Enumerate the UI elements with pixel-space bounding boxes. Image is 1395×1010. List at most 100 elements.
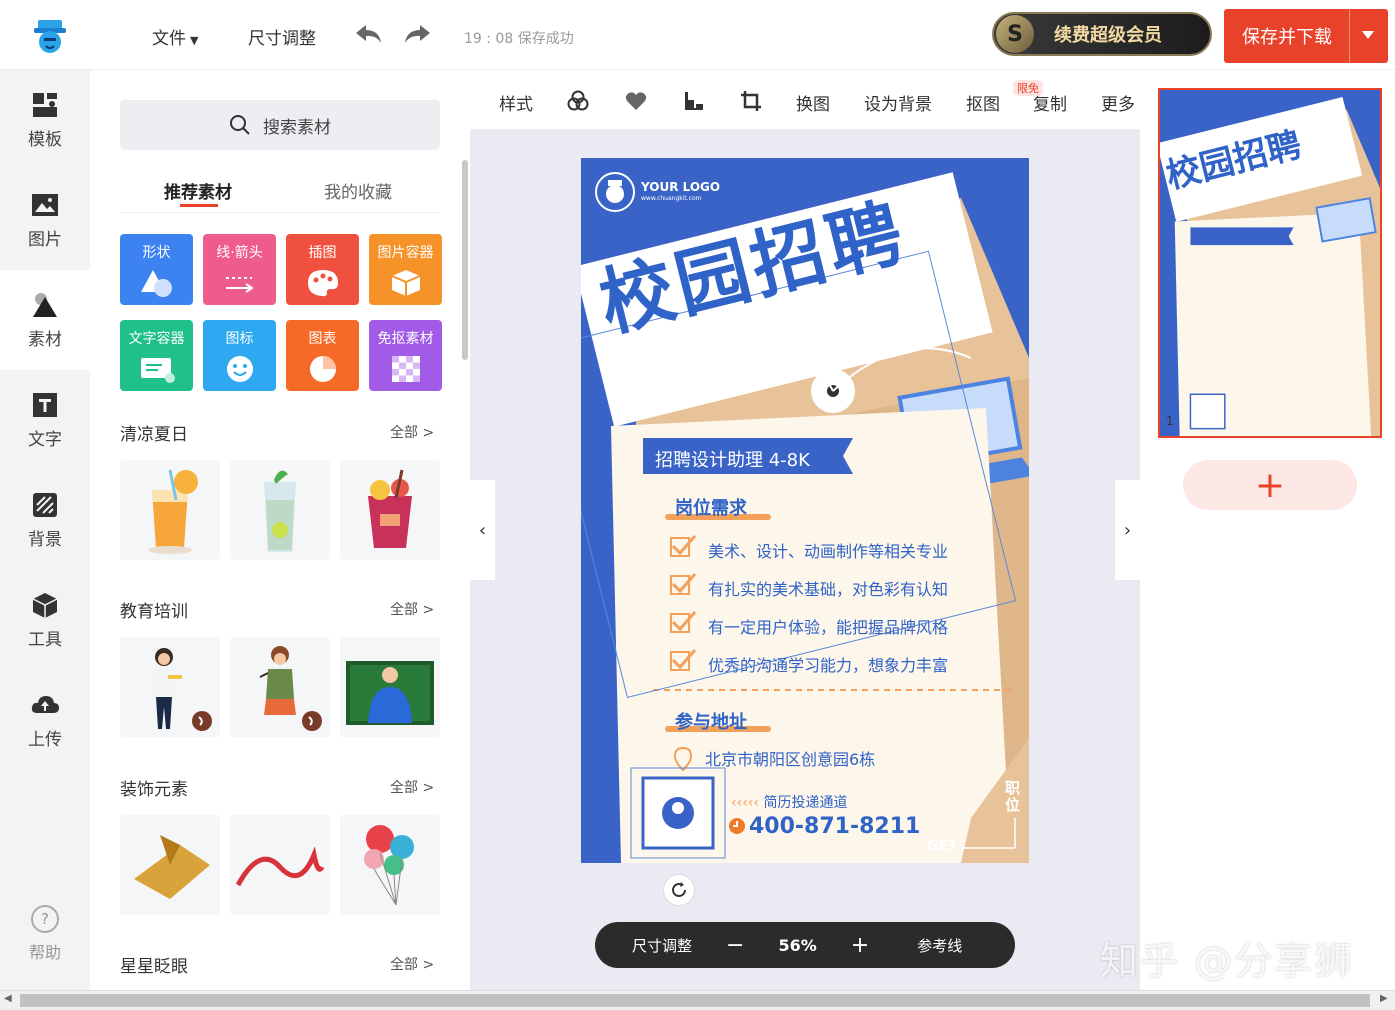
section-view-all[interactable]: 全部 > [390, 954, 434, 974]
save-download-button[interactable]: 保存并下载 [1224, 9, 1388, 63]
active-tab-underline [180, 204, 218, 207]
align-icon[interactable] [683, 90, 705, 112]
image-icon [32, 193, 58, 216]
section-view-all[interactable]: 全部 > [390, 422, 434, 442]
poster-get[interactable]: GET [927, 838, 958, 854]
material-lime-soda[interactable] [230, 460, 330, 560]
collapse-panel-arrow[interactable]: ‹ [470, 480, 495, 580]
search-input[interactable]: 搜索素材 [120, 100, 440, 150]
balloons [364, 825, 414, 906]
left-nav: 模板 图片 素材 文字 背景 工具 上传 [0, 70, 90, 990]
replace-image-button[interactable]: 换图 [796, 90, 830, 115]
nav-image[interactable]: 图片 [0, 170, 90, 270]
box-icon [391, 270, 420, 296]
nav-label: 文字 [28, 429, 62, 450]
panel-scrollbar[interactable] [462, 160, 468, 360]
tab-recommended[interactable]: 推荐素材 [164, 178, 232, 203]
material-blackboard-teacher[interactable] [340, 637, 440, 737]
poster-req-item[interactable]: 有一定用户体验，能把握品牌风格 [708, 614, 948, 638]
guides-button[interactable]: 参考线 [917, 935, 962, 956]
section-view-all[interactable]: 全部 > [390, 777, 434, 797]
nav-text[interactable]: 文字 [0, 370, 90, 470]
top-bar: 文件 ▼ 尺寸调整 19 : 08 保存成功 S 续费超级会员 保存并下载 [0, 0, 1395, 70]
category-image-container[interactable]: 图片容器 [369, 234, 442, 305]
nav-template[interactable]: 模板 [0, 70, 90, 170]
material-berry-drink[interactable] [340, 460, 440, 560]
category-label: 图片容器 [377, 245, 434, 261]
shapes-icon [33, 292, 57, 317]
zoom-out-button[interactable]: − [726, 933, 744, 958]
page-thumbnail[interactable]: 校园招聘 1 [1158, 88, 1382, 438]
material-red-ribbon[interactable] [230, 815, 330, 915]
rotate-handle[interactable] [663, 874, 695, 906]
poster-position[interactable]: 招聘设计助理 4-8K [655, 446, 810, 472]
material-orange-juice[interactable] [120, 460, 220, 560]
poster-req-item[interactable]: 有扎实的美术基础，对色彩有认知 [708, 576, 948, 600]
category-icon[interactable]: 图标 [203, 320, 276, 391]
app-logo[interactable] [30, 14, 72, 56]
file-menu[interactable]: 文件 ▼ [152, 24, 198, 49]
resize-button[interactable]: 尺寸调整 [632, 935, 692, 956]
style-button[interactable]: 样式 [499, 90, 533, 115]
nav-label: 工具 [28, 629, 62, 650]
save-status: 19 : 08 保存成功 [464, 31, 574, 47]
redo-icon[interactable] [404, 22, 432, 46]
poster-resume-channel[interactable]: ‹‹‹‹‹ 简历投递通道 [731, 792, 847, 812]
filter-icon[interactable] [567, 90, 589, 112]
set-as-background-button[interactable]: 设为背景 [864, 90, 932, 115]
orange-juice-drink [148, 469, 198, 554]
help-button[interactable]: ? 帮助 [0, 905, 90, 963]
undo-icon[interactable] [354, 22, 382, 46]
poster-addr-title[interactable]: 参与地址 [675, 708, 747, 734]
vip-renew-button[interactable]: S 续费超级会员 [992, 12, 1212, 56]
nav-upload[interactable]: 上传 [0, 670, 90, 770]
resize-menu[interactable]: 尺寸调整 [248, 24, 316, 49]
category-shape[interactable]: 形状 [120, 234, 193, 305]
poster-address[interactable]: 北京市朝阳区创意园6栋 [705, 746, 875, 770]
poster-side-text[interactable]: 职位 [1005, 780, 1021, 814]
category-line-arrow[interactable]: 线·箭头 [203, 234, 276, 305]
nav-tools[interactable]: 工具 [0, 570, 90, 670]
scrollbar-thumb[interactable] [20, 994, 1370, 1007]
poster-logo-subtext: www.chuangkit.com [641, 195, 702, 202]
nav-label: 素材 [28, 329, 62, 350]
arrow-icon [225, 277, 254, 293]
favorite-heart-icon[interactable] [625, 91, 647, 111]
section-view-all[interactable]: 全部 > [390, 599, 434, 619]
scroll-left-arrow[interactable]: ◀ [4, 993, 12, 1004]
material-teacher-girl[interactable] [230, 637, 330, 737]
add-page-button[interactable]: + [1183, 460, 1357, 510]
rotate-icon [672, 882, 686, 897]
section-title: 教育培训 [120, 602, 188, 622]
expand-right-arrow[interactable]: › [1115, 480, 1140, 580]
dropdown-arrow-icon[interactable] [1362, 31, 1374, 39]
material-balloons[interactable] [340, 815, 440, 915]
nav-background[interactable]: 背景 [0, 470, 90, 570]
teacher-girl-illustration [259, 646, 322, 731]
nav-material[interactable]: 素材 [0, 270, 90, 370]
poster-req-item[interactable]: 优秀的沟通学习能力，想象力丰富 [708, 652, 948, 676]
cutout-button[interactable]: 抠图 [966, 90, 1000, 115]
horizontal-scrollbar[interactable]: ◀ ▶ [0, 990, 1395, 1010]
category-cutout[interactable]: 免抠素材 [369, 320, 442, 391]
element-toolbar: 样式 换图 设为背景 抠图 复制 更多 [470, 70, 1140, 130]
poster-canvas[interactable]: YOUR LOGO www.chuangkit.com 校园招聘 招聘设计助理 … [581, 158, 1029, 863]
tab-favorites[interactable]: 我的收藏 [324, 178, 392, 203]
crop-icon[interactable] [740, 90, 762, 112]
zoom-in-button[interactable]: + [851, 933, 869, 958]
poster-req-title[interactable]: 岗位需求 [675, 494, 747, 520]
more-button[interactable]: 更多 [1101, 90, 1135, 115]
nav-label: 背景 [28, 529, 62, 550]
text-box-icon [140, 358, 175, 383]
category-label: 插图 [308, 245, 337, 261]
category-text-container[interactable]: 文字容器 [120, 320, 193, 391]
palette-icon [307, 270, 338, 297]
poster-req-item[interactable]: 美术、设计、动画制作等相关专业 [708, 538, 948, 562]
category-chart[interactable]: 图表 [286, 320, 359, 391]
smiley-icon [226, 356, 253, 382]
material-teacher-woman[interactable] [120, 637, 220, 737]
category-illustration[interactable]: 插图 [286, 234, 359, 305]
material-gold-ribbon[interactable] [120, 815, 220, 915]
scroll-right-arrow[interactable]: ▶ [1380, 993, 1388, 1004]
poster-phone[interactable]: 400-871-8211 [749, 814, 920, 839]
